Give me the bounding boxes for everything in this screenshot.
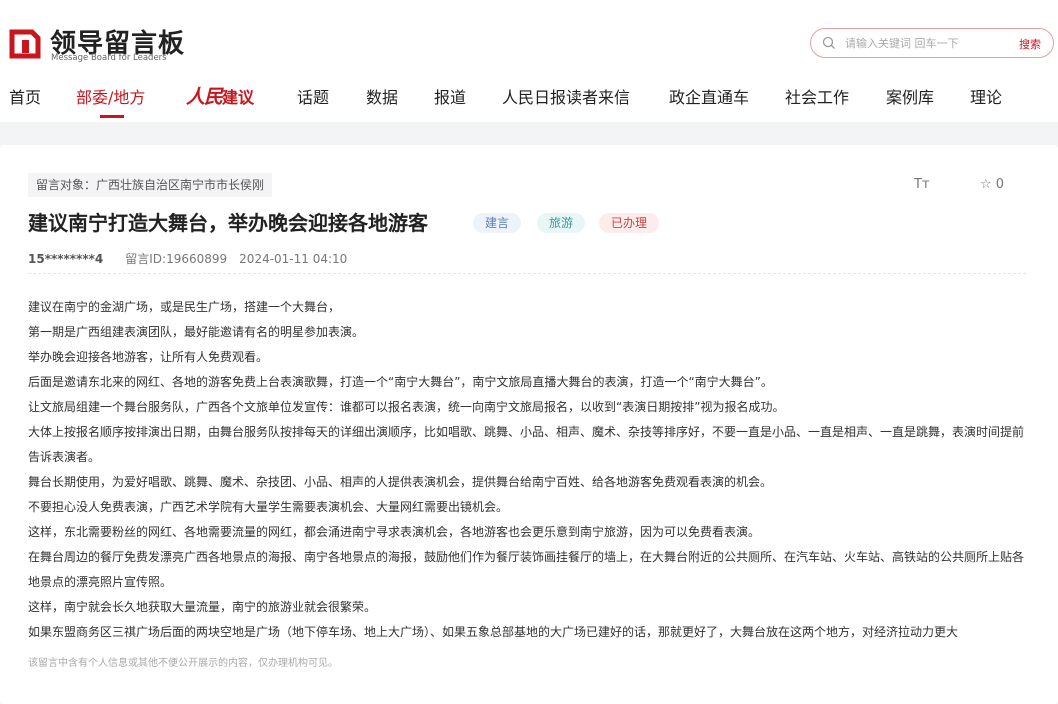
content-paragraph: 在舞台周边的餐厅免费发漂亮广西各地景点的海报、南宁各地景点的海报，鼓励他们作为餐… <box>28 550 1025 589</box>
status-badge: 已办理 <box>599 213 660 233</box>
divider <box>28 273 1026 274</box>
search-input[interactable] <box>845 34 1005 52</box>
message-meta: 15********4 留言ID:19660899 2024-01-11 04:10 <box>28 250 347 267</box>
nav-special-script: 人民 <box>186 86 223 108</box>
content-paragraph: 第一期是广西组建表演团队，最好能邀请有名的明星参加表演。 <box>28 325 365 339</box>
nav-item-enterprise[interactable]: 政企直通车 <box>669 84 749 108</box>
nav-item-home[interactable]: 首页 <box>9 84 41 108</box>
tag-suggestion[interactable]: 建言 <box>473 213 522 233</box>
nav-item-reader-letters[interactable]: 人民日报读者来信 <box>502 84 630 108</box>
message-title: 建议南宁打造大舞台，举办晚会迎接各地游客 <box>28 211 428 235</box>
logo-mark-icon <box>9 29 41 59</box>
message-card: 留言对象：广西壮族自治区南宁市市长侯刚 Tт ☆ 0 建议南宁打造大舞台，举办晚… <box>0 145 1058 704</box>
nav-item-ministries[interactable]: 部委/地方 <box>76 84 145 108</box>
search-icon <box>822 36 835 49</box>
user-id: 15********4 <box>28 252 104 266</box>
content-paragraph: 举办晚会迎接各地游客，让所有人免费观看。 <box>28 350 269 364</box>
nav-item-theory[interactable]: 理论 <box>970 84 1002 108</box>
content-paragraph: 舞台长期使用，为爱好唱歌、跳舞、魔术、杂技团、小品、相声的人提供表演机会，提供舞… <box>28 475 773 489</box>
tag-tourism[interactable]: 旅游 <box>537 213 586 233</box>
content-paragraph: 这样，东北需要粉丝的网红、各地需要流量的网红，都会涌进南宁寻求表演机会，各地游客… <box>28 525 761 539</box>
content-paragraph: 后面是邀请东北来的网红、各地的游客免费上台表演歌舞，打造一个“南宁大舞台”，南宁… <box>28 375 773 389</box>
favorite-button[interactable]: ☆ 0 <box>980 177 1004 192</box>
main-nav: 首页 部委/地方 人民建议 话题 数据 报道 人民日报读者来信 政企直通车 社会… <box>0 84 1058 118</box>
search-button[interactable]: 搜索 <box>1019 36 1041 52</box>
nav-item-data[interactable]: 数据 <box>366 84 398 108</box>
nav-item-topics[interactable]: 话题 <box>297 84 329 108</box>
nav-special-label: 建议 <box>222 88 255 107</box>
privacy-notice: 该留言中含有个人信息或其他不便公开展示的内容，仅办理机构可见。 <box>28 658 338 669</box>
content-paragraph: 大体上按报名顺序按排演出日期，由舞台服务队按排每天的详细出演顺序，比如唱歌、跳舞… <box>28 425 1025 464</box>
message-content: 建议在南宁的金湖广场，或是民生广场，搭建一个大舞台， 第一期是广西组建表演团队，… <box>28 295 1030 645</box>
content-paragraph: 如果东盟商务区三祺广场后面的两块空地是广场（地下停车场、地上大广场）、如果五象总… <box>28 625 959 639</box>
message-time: 2024-01-11 04:10 <box>239 252 348 266</box>
search-box: 搜索 <box>810 28 1054 58</box>
nav-item-reports[interactable]: 报道 <box>434 84 466 108</box>
content-paragraph: 让文旅局组建一个舞台服务队，广西各个文旅单位发宣传：谁都可以报名表演，统一向南宁… <box>28 400 785 414</box>
font-size-icon[interactable]: Tт <box>914 177 930 192</box>
content-paragraph: 这样，南宁就会长久地获取大量流量，南宁的旅游业就会很繁荣。 <box>28 600 377 614</box>
message-id: 留言ID:19660899 <box>125 252 228 266</box>
nav-item-social-work[interactable]: 社会工作 <box>785 84 849 108</box>
content-paragraph: 不要担心没人免费表演，广西艺术学院有大量学生需要表演机会、大量网红需要出镜机会。 <box>28 500 509 514</box>
nav-item-case-library[interactable]: 案例库 <box>886 84 934 108</box>
site-logo[interactable]: 领导留言板 Message Board for Leaders <box>8 24 208 64</box>
header: 领导留言板 Message Board for Leaders 搜索 首页 部委… <box>0 0 1058 122</box>
nav-active-indicator <box>100 115 124 118</box>
site-subtitle: Message Board for Leaders <box>51 53 167 63</box>
content-paragraph: 建议在南宁的金湖广场，或是民生广场，搭建一个大舞台， <box>28 300 341 314</box>
nav-item-people-suggestions[interactable]: 人民建议 <box>186 82 254 109</box>
message-target[interactable]: 留言对象：广西壮族自治区南宁市市长侯刚 <box>28 173 273 197</box>
